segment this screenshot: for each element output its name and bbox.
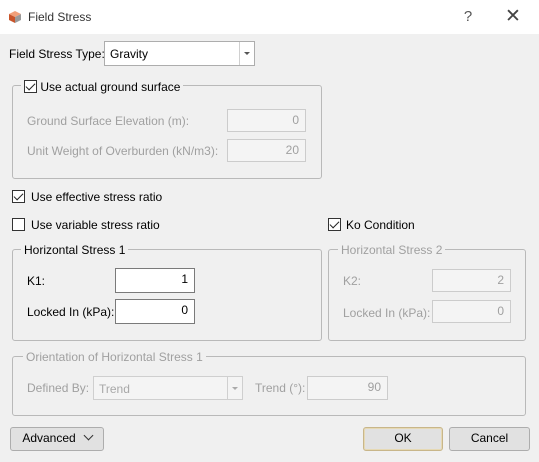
unit-weight-label: Unit Weight of Overburden (kN/m3): bbox=[27, 144, 219, 158]
ko-condition-checkbox[interactable] bbox=[328, 218, 341, 231]
advanced-button-label: Advanced bbox=[22, 431, 76, 445]
help-button[interactable]: ? bbox=[458, 6, 478, 28]
variable-stress-checkbox[interactable] bbox=[12, 218, 25, 231]
trend-label: Trend (°): bbox=[255, 381, 306, 395]
k1-input[interactable]: 1 bbox=[115, 268, 195, 293]
defined-by-value: Trend bbox=[99, 382, 130, 396]
variable-stress-label[interactable]: Use variable stress ratio bbox=[31, 218, 160, 232]
ground-surface-group bbox=[12, 85, 322, 179]
horizontal-stress-2-group bbox=[328, 249, 526, 341]
k1-label: K1: bbox=[27, 274, 46, 288]
field-stress-type-label: Field Stress Type: bbox=[9, 47, 105, 61]
use-ground-surface-checkbox[interactable] bbox=[24, 80, 37, 93]
ok-button[interactable]: OK bbox=[363, 427, 443, 451]
use-ground-surface-label[interactable]: Use actual ground surface bbox=[40, 80, 180, 94]
ground-surface-legend: Use actual ground surface bbox=[21, 80, 184, 94]
effective-stress-checkbox[interactable] bbox=[12, 190, 25, 203]
locked-in-2-input[interactable]: 0 bbox=[432, 300, 511, 323]
locked-in-1-label: Locked In (kPa): bbox=[27, 305, 115, 319]
close-button[interactable]: ✕ bbox=[502, 6, 524, 28]
locked-in-2-label: Locked In (kPa): bbox=[343, 306, 431, 320]
effective-stress-label[interactable]: Use effective stress ratio bbox=[31, 190, 162, 204]
defined-by-select[interactable]: Trend bbox=[93, 376, 243, 400]
app-icon bbox=[9, 11, 21, 23]
advanced-button[interactable]: Advanced bbox=[10, 427, 104, 451]
trend-input[interactable]: 90 bbox=[307, 376, 388, 400]
title-bar: Field Stress ? ✕ bbox=[0, 0, 539, 34]
unit-weight-input[interactable]: 20 bbox=[227, 139, 306, 162]
cancel-button[interactable]: Cancel bbox=[449, 427, 530, 451]
horizontal-stress-1-title: Horizontal Stress 1 bbox=[21, 243, 129, 257]
k2-input[interactable]: 2 bbox=[432, 269, 511, 292]
chevron-down-icon[interactable] bbox=[227, 377, 242, 399]
ground-elevation-input[interactable]: 0 bbox=[227, 109, 306, 132]
horizontal-stress-2-title: Horizontal Stress 2 bbox=[338, 243, 446, 257]
locked-in-1-input[interactable]: 0 bbox=[115, 299, 195, 324]
window-title: Field Stress bbox=[28, 10, 92, 24]
ko-condition-label[interactable]: Ko Condition bbox=[346, 218, 415, 232]
field-stress-type-value: Gravity bbox=[110, 47, 149, 61]
chevron-down-icon bbox=[83, 430, 94, 441]
chevron-down-icon[interactable] bbox=[239, 42, 254, 65]
orientation-title: Orientation of Horizontal Stress 1 bbox=[23, 350, 206, 364]
horizontal-stress-1-group bbox=[12, 249, 322, 341]
field-stress-type-select[interactable]: Gravity bbox=[104, 41, 255, 66]
k2-label: K2: bbox=[343, 274, 362, 288]
ground-elevation-label: Ground Surface Elevation (m): bbox=[27, 114, 190, 128]
defined-by-label: Defined By: bbox=[27, 381, 90, 395]
